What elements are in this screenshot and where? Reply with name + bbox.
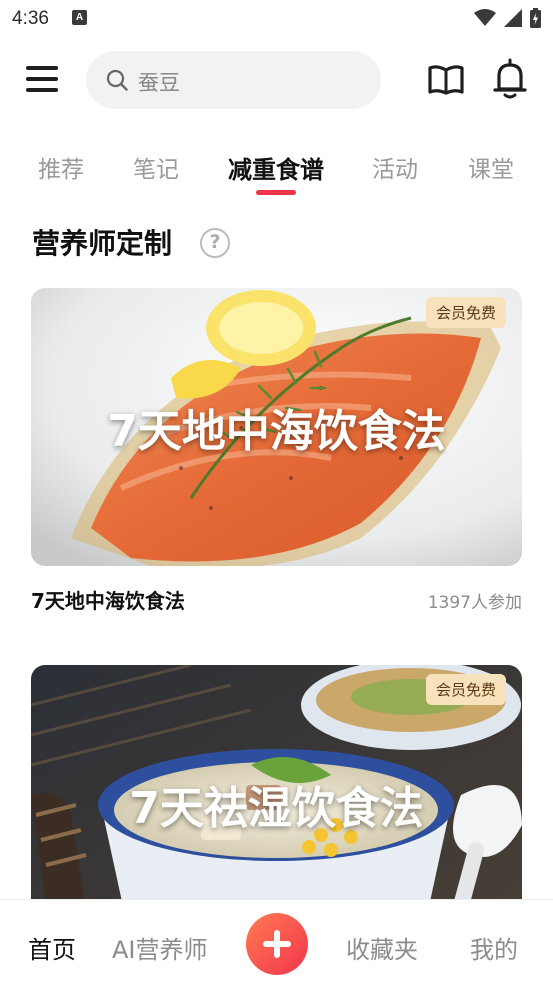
salmon-dish-image: 7天地中海饮食法 会员免费 [31,288,522,566]
card-title: 7天地中海饮食法 [31,589,185,613]
plan-card[interactable]: 7天地中海饮食法 会员免费 7天地中海饮食法 1397人参加 [31,288,522,613]
search-icon [106,69,128,91]
menu-icon[interactable] [26,66,60,94]
wifi-icon [474,9,496,26]
status-bar: 4:36 A [0,0,553,38]
notification-a-icon: A [72,10,87,25]
tab-classroom[interactable]: 课堂 [468,150,514,184]
app-screen: 4:36 A 蚕豆 推荐 笔记 减重食谱 活动 课堂 营养师定制 ? 7天地中海… [0,0,553,984]
nav-mine[interactable]: 我的 [470,930,518,965]
nav-home[interactable]: 首页 [28,930,76,965]
add-plus-button[interactable] [246,913,308,975]
tab-activities[interactable]: 活动 [372,150,418,184]
status-time: 4:36 [12,8,49,29]
tab-notes[interactable]: 笔记 [133,150,179,184]
member-free-badge: 会员免费 [425,674,506,705]
search-placeholder: 蚕豆 [138,71,180,95]
category-tabs: 推荐 笔记 减重食谱 活动 课堂 [0,140,553,200]
card-overlay-title: 7天地中海饮食法 [107,406,446,457]
help-icon[interactable]: ? [200,228,230,258]
battery-icon [530,8,541,28]
nav-favorites[interactable]: 收藏夹 [346,930,418,965]
signal-icon [504,9,522,27]
status-icons [474,8,541,28]
member-free-badge: 会员免费 [425,297,506,328]
participant-count: 1397人参加 [427,593,522,613]
search-input[interactable]: 蚕豆 [86,51,381,109]
bell-icon[interactable] [492,58,528,100]
top-header: 蚕豆 [0,46,553,116]
tab-recommend[interactable]: 推荐 [38,150,84,184]
bottom-nav: 首页 AI营养师 收藏夹 我的 [0,899,553,984]
nav-ai-nutritionist[interactable]: AI营养师 [112,930,208,965]
section-title: 营养师定制 [32,227,173,260]
open-book-icon[interactable] [427,62,465,98]
active-tab-indicator [256,190,296,195]
tab-diet-recipes[interactable]: 减重食谱 [228,150,324,185]
